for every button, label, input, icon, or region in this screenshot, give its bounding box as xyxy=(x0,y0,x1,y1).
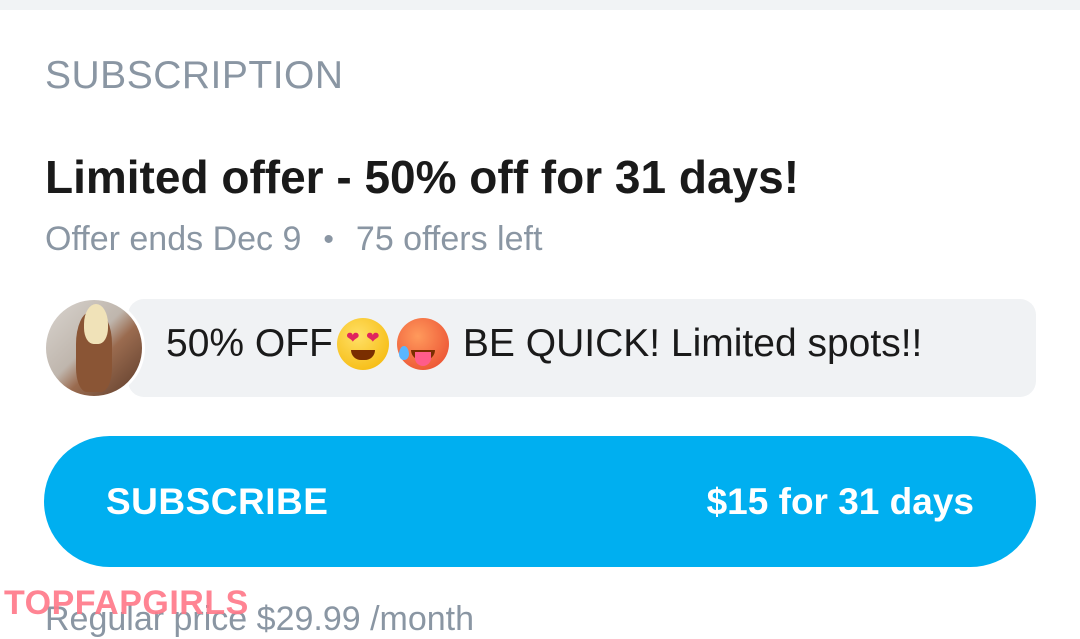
heart-eyes-emoji-icon: ❤ ❤ xyxy=(336,318,389,370)
subscribe-button-price: $15 for 31 days xyxy=(706,480,974,522)
section-title: SUBSCRIPTION xyxy=(45,54,344,97)
avatar-hair xyxy=(84,304,108,344)
avatar[interactable] xyxy=(43,297,145,399)
offer-headline: Limited offer - 50% off for 31 days! xyxy=(45,151,800,203)
promo-suffix: BE QUICK! Limited spots!! xyxy=(462,322,923,365)
promo-message-text: 50% OFF ❤ ❤ BE QUICK! Limited spots!! xyxy=(166,318,922,370)
hot-face-emoji-icon xyxy=(396,318,449,370)
subscribe-button-label: SUBSCRIBE xyxy=(106,480,329,522)
promo-prefix: 50% OFF xyxy=(166,322,333,365)
meta-separator: • xyxy=(323,222,334,256)
top-divider xyxy=(0,0,1080,10)
subscribe-button[interactable]: SUBSCRIBE $15 for 31 days xyxy=(44,436,1036,567)
offer-meta: Offer ends Dec 9 • 75 offers left xyxy=(45,220,542,259)
offer-ends-text: Offer ends Dec 9 xyxy=(45,220,302,258)
watermark-text: TOPFAPGIRLS xyxy=(4,584,249,622)
offers-left-text: 75 offers left xyxy=(355,220,543,258)
